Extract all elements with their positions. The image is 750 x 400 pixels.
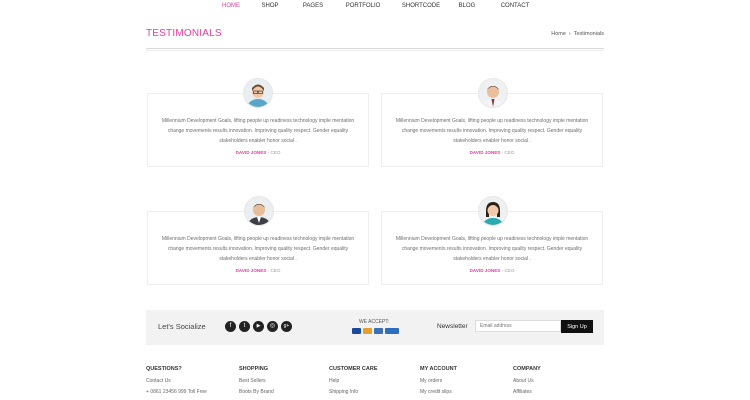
footer-column-shopping: SHOPPING Best Sellers Boots By Brand (239, 366, 274, 400)
footer-heading: SHOPPING (239, 366, 269, 372)
footer-link[interactable]: About Us (513, 378, 541, 384)
breadcrumb: Home › Testimonials (551, 31, 604, 37)
socialize-label: Let's Socialize (158, 322, 206, 331)
visa-icon (352, 328, 361, 334)
social-icons: f t ▶ ◎ g+ (225, 321, 292, 332)
breadcrumb-current: Testimonials (573, 31, 604, 37)
man-in-suit-avatar (244, 196, 274, 226)
we-accept-label: WE ACCEPT: (359, 319, 390, 325)
footer-column-my-account: MY ACCOUNT My orders My credit slips (420, 366, 457, 400)
author-name: DAVID JONES (235, 268, 267, 273)
author-name: DAVID JONES (469, 268, 501, 273)
nav-home[interactable]: HOME (219, 0, 243, 9)
nav-portfolio[interactable]: PORTFOLIO (344, 0, 382, 9)
nav-blog[interactable]: BLOG (455, 0, 479, 9)
nav-pages[interactable]: PAGES (300, 0, 326, 9)
facebook-icon[interactable]: f (225, 321, 236, 332)
youtube-icon[interactable]: ▶ (253, 321, 264, 332)
sign-up-button[interactable]: Sign Up (561, 320, 593, 333)
nav-contact[interactable]: CONTACT (498, 0, 532, 9)
testimonial-author: DAVID JONES - CEO (148, 268, 368, 273)
newsletter-label: Newsletter (437, 323, 468, 330)
twitter-icon[interactable]: t (239, 321, 250, 332)
man-in-tie-avatar (478, 78, 508, 108)
footer-heading: QUESTIONS? (146, 366, 182, 372)
footer-link[interactable]: Shipping Info (329, 389, 378, 395)
title-divider (146, 48, 604, 49)
testimonial-text: Millennium Development Goals, lifting pe… (395, 236, 589, 262)
footer-link[interactable]: My orders (420, 378, 457, 384)
page-title: TESTIMONIALS (146, 28, 222, 39)
footer-column-customer-care: CUSTOMER CARE Help Shipping Info (329, 366, 378, 400)
author-role: - CEO (501, 268, 515, 273)
footer-link[interactable]: Boots By Brand (239, 389, 274, 395)
woman-smiling-avatar (478, 196, 508, 226)
nav-shortcode[interactable]: SHORTCODE (400, 0, 442, 9)
mastercard-icon (363, 328, 372, 334)
footer-link[interactable]: Best Sellers (239, 378, 274, 384)
main-nav: HOME SHOP PAGES PORTFOLIO SHORTCODE BLOG… (0, 0, 750, 14)
footer-column-company: COMPANY About Us Affiliates (513, 366, 541, 400)
email-field[interactable] (475, 320, 561, 332)
footer-link[interactable]: Help (329, 378, 378, 384)
testimonial-text: Millennium Development Goals, lifting pe… (395, 118, 589, 144)
testimonial-author: DAVID JONES - CEO (382, 150, 602, 155)
testimonial-author: DAVID JONES - CEO (382, 268, 602, 273)
footer-link[interactable]: Contact Us (146, 378, 207, 384)
instagram-icon[interactable]: ◎ (267, 321, 278, 332)
author-name: DAVID JONES (469, 150, 501, 155)
footer-heading: CUSTOMER CARE (329, 366, 378, 372)
footer-link[interactable]: My credit slips (420, 389, 457, 395)
paypal-icon (385, 328, 399, 334)
author-role: - CEO (267, 150, 281, 155)
breadcrumb-home[interactable]: Home (551, 31, 566, 37)
author-role: - CEO (267, 268, 281, 273)
footer-link[interactable]: Affiliates (513, 389, 541, 395)
author-role: - CEO (501, 150, 515, 155)
breadcrumb-separator: › (568, 31, 571, 37)
page-header: TESTIMONIALS Home › Testimonials (146, 28, 604, 48)
payment-icons (352, 328, 399, 334)
testimonial-author: DAVID JONES - CEO (148, 150, 368, 155)
author-name: DAVID JONES (235, 150, 267, 155)
nav-shop[interactable]: SHOP (258, 0, 282, 9)
google-plus-icon[interactable]: g+ (281, 321, 292, 332)
title-divider-secondary (146, 50, 604, 51)
testimonial-text: Millennium Development Goals, lifting pe… (161, 236, 355, 262)
discover-icon (374, 328, 383, 334)
footer-column-questions: QUESTIONS? Contact Us + 0861 23456 999 T… (146, 366, 207, 400)
footer-link[interactable]: + 0861 23456 999 Toll Free (146, 389, 207, 395)
testimonial-text: Millennium Development Goals, lifting pe… (161, 118, 355, 144)
footer-heading: COMPANY (513, 366, 541, 372)
woman-with-glasses-avatar (243, 78, 273, 108)
social-newsletter-bar: Let's Socialize f t ▶ ◎ g+ WE ACCEPT: Ne… (146, 310, 604, 345)
footer-heading: MY ACCOUNT (420, 366, 457, 372)
